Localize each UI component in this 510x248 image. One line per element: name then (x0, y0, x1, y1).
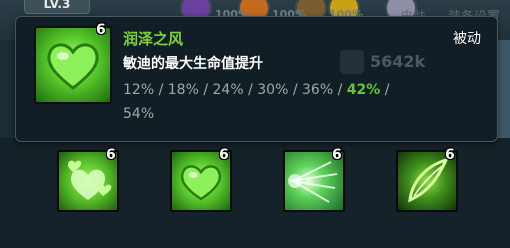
value-2: 18% (167, 82, 199, 98)
level-badge: LV.3 (24, 0, 90, 14)
value-separator: / (384, 82, 390, 98)
heart-icon (47, 43, 99, 90)
skill-name: 润泽之风 (123, 30, 184, 48)
slot-level: 6 (219, 147, 229, 163)
skill-description: 敏迪的最大生命值提升 (123, 56, 263, 72)
slot-level: 6 (445, 147, 455, 163)
value-1: 12% (123, 82, 155, 98)
value-separator: / (158, 82, 164, 98)
value-7: 54% (123, 106, 155, 122)
skill-type: 被动 (453, 31, 481, 47)
value-3: 24% (212, 82, 244, 98)
value-5: 36% (302, 82, 334, 98)
value-current: 42% (346, 82, 381, 98)
shield-icon (340, 50, 364, 74)
skill-level: 6 (96, 22, 106, 38)
value-separator: / (248, 82, 253, 98)
slot-level: 6 (332, 147, 342, 163)
power-value: 5642k (370, 52, 426, 71)
value-separator: / (292, 82, 298, 98)
skill-values: 12% / 18% / 24% / 30% / 36% / 42% / 54% (123, 78, 403, 126)
value-4: 30% (257, 82, 289, 98)
slot-level: 6 (106, 147, 116, 163)
value-separator: / (337, 82, 343, 98)
value-separator: / (203, 82, 209, 98)
